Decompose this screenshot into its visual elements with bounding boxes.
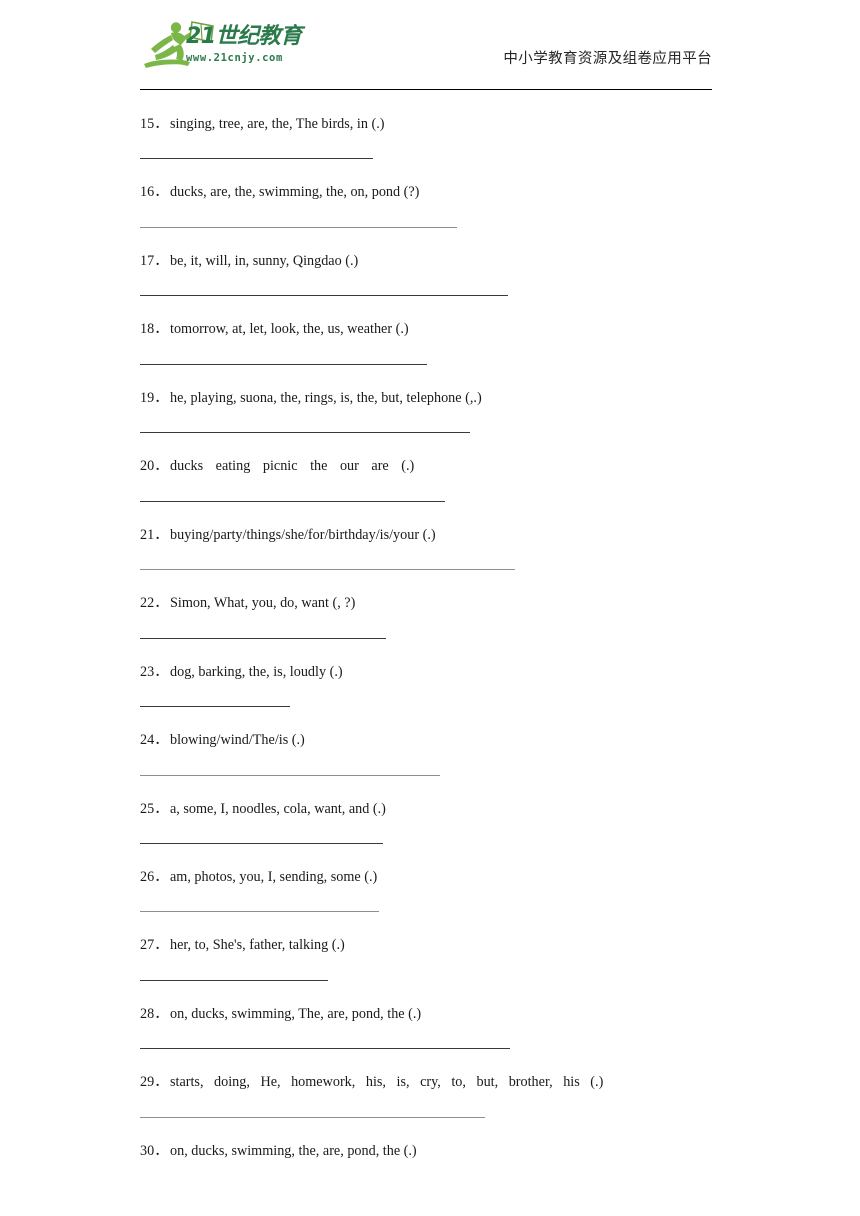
question-text-row: 28． on, ducks, swimming, The, are, pond, …: [140, 994, 720, 1023]
logo-url: www.21cnjy.com: [186, 52, 283, 64]
question-words: dog, barking, the, is, loudly (.): [170, 663, 343, 680]
page-header: 21世纪教育 www.21cnjy.com 中小学教育资源及组卷应用平台: [140, 0, 712, 72]
question-item: 29． starts, doing, He, homework, his, is,…: [140, 1062, 720, 1118]
question-number: 16．: [140, 184, 169, 201]
answer-blank-line[interactable]: [140, 842, 383, 844]
answer-blank-line[interactable]: [140, 500, 445, 502]
answer-blank-line[interactable]: [140, 706, 290, 708]
question-text-row: 20． ducks eating picnic the our are (.): [140, 446, 720, 475]
question-text-row: 16． ducks, are, the, swimming, the, on, p…: [140, 172, 720, 201]
question-number: 19．: [140, 389, 169, 406]
question-number: 30．: [140, 1142, 169, 1159]
question-words: blowing/wind/The/is (.): [170, 732, 305, 749]
question-number: 25．: [140, 800, 169, 817]
question-number: 22．: [140, 595, 169, 612]
question-text-row: 17． be, it, will, in, sunny, Qingdao (.): [140, 241, 720, 270]
question-item: 16． ducks, are, the, swimming, the, on, p…: [140, 172, 720, 228]
answer-blank-line[interactable]: [140, 979, 328, 981]
answer-blank-line[interactable]: [140, 569, 515, 571]
answer-blank-line[interactable]: [140, 774, 440, 776]
logo-wordmark: 21世纪教育: [186, 24, 302, 49]
question-words: Simon, What, you, do, want (, ?): [170, 595, 356, 612]
worksheet-page: 21世纪教育 www.21cnjy.com 中小学教育资源及组卷应用平台 15．…: [0, 0, 860, 1216]
answer-blank-line[interactable]: [140, 295, 508, 297]
question-text-row: 23． dog, barking, the, is, loudly (.): [140, 652, 720, 681]
question-number: 23．: [140, 663, 169, 680]
question-number: 26．: [140, 868, 169, 885]
question-number: 27．: [140, 937, 169, 954]
answer-blank-line[interactable]: [140, 1048, 510, 1050]
question-item: 21． buying/party/things/she/for/birthday/…: [140, 515, 720, 571]
question-item: 17． be, it, will, in, sunny, Qingdao (.): [140, 241, 720, 297]
question-number: 24．: [140, 732, 169, 749]
site-tagline: 中小学教育资源及组卷应用平台: [503, 50, 712, 67]
question-words: a, some, I, noodles, cola, want, and (.): [170, 800, 386, 817]
question-number: 17．: [140, 252, 169, 269]
question-text-row: 27． her, to, She's, father, talking (.): [140, 925, 720, 954]
question-item: 22． Simon, What, you, do, want (, ?): [140, 583, 720, 639]
question-number: 28．: [140, 1005, 169, 1022]
answer-blank-line[interactable]: [140, 1116, 485, 1118]
question-words: tomorrow, at, let, look, the, us, weathe…: [170, 321, 409, 338]
question-item: 18． tomorrow, at, let, look, the, us, wea…: [140, 309, 720, 365]
question-item: 24． blowing/wind/The/is (.): [140, 720, 720, 776]
question-item: 26． am, photos, you, I, sending, some (.): [140, 857, 720, 913]
question-words: ducks, are, the, swimming, the, on, pond…: [170, 184, 420, 201]
question-text-row: 25． a, some, I, noodles, cola, want, and …: [140, 789, 720, 818]
question-words: ducks eating picnic the our are (.): [170, 458, 415, 475]
question-item: 23． dog, barking, the, is, loudly (.): [140, 652, 720, 708]
question-text-row: 26． am, photos, you, I, sending, some (.): [140, 857, 720, 886]
question-item: 15． singing, tree, are, the, The birds, i…: [140, 104, 720, 160]
question-text-row: 19． he, playing, suona, the, rings, is, t…: [140, 378, 720, 407]
answer-blank-line[interactable]: [140, 432, 470, 434]
swoosh-icon: [144, 59, 188, 68]
question-item: 27． her, to, She's, father, talking (.): [140, 925, 720, 981]
question-text-row: 18． tomorrow, at, let, look, the, us, wea…: [140, 309, 720, 338]
header-divider: [140, 89, 712, 90]
question-item: 28． on, ducks, swimming, The, are, pond, …: [140, 994, 720, 1050]
question-words: on, ducks, swimming, the, are, pond, the…: [170, 1142, 417, 1159]
question-text-row: 29． starts, doing, He, homework, his, is,…: [140, 1062, 720, 1091]
site-logo: 21世纪教育 www.21cnjy.com: [140, 18, 316, 72]
question-item: 20． ducks eating picnic the our are (.): [140, 446, 720, 502]
question-number: 29．: [140, 1074, 169, 1091]
question-words: her, to, She's, father, talking (.): [170, 937, 345, 954]
question-words: on, ducks, swimming, The, are, pond, the…: [170, 1005, 422, 1022]
question-item: 19． he, playing, suona, the, rings, is, t…: [140, 378, 720, 434]
question-number: 21．: [140, 526, 169, 543]
answer-blank-line[interactable]: [140, 363, 427, 365]
question-words: am, photos, you, I, sending, some (.): [170, 868, 378, 885]
question-words: buying/party/things/she/for/birthday/is/…: [170, 526, 436, 543]
answer-blank-line[interactable]: [140, 226, 457, 228]
question-item: 30． on, ducks, swimming, the, are, pond, …: [140, 1131, 720, 1160]
question-text-row: 22． Simon, What, you, do, want (, ?): [140, 583, 720, 612]
question-text-row: 24． blowing/wind/The/is (.): [140, 720, 720, 749]
question-number: 18．: [140, 321, 169, 338]
question-text-row: 15． singing, tree, are, the, The birds, i…: [140, 104, 720, 133]
question-words: he, playing, suona, the, rings, is, the,…: [170, 389, 482, 406]
question-item: 25． a, some, I, noodles, cola, want, and …: [140, 789, 720, 844]
question-number: 20．: [140, 458, 169, 475]
question-number: 15．: [140, 116, 169, 132]
question-words: singing, tree, are, the, The birds, in (…: [170, 116, 385, 132]
question-words: be, it, will, in, sunny, Qingdao (.): [170, 252, 359, 269]
answer-blank-line[interactable]: [140, 637, 386, 639]
answer-blank-line[interactable]: [140, 911, 379, 913]
questions-list: 15． singing, tree, are, the, The birds, i…: [140, 104, 720, 1160]
question-text-row: 21． buying/party/things/she/for/birthday/…: [140, 515, 720, 544]
question-text-row: 30． on, ducks, swimming, the, are, pond, …: [140, 1131, 720, 1160]
answer-blank-line[interactable]: [140, 158, 373, 160]
question-words: starts, doing, He, homework, his, is, cr…: [170, 1074, 604, 1091]
